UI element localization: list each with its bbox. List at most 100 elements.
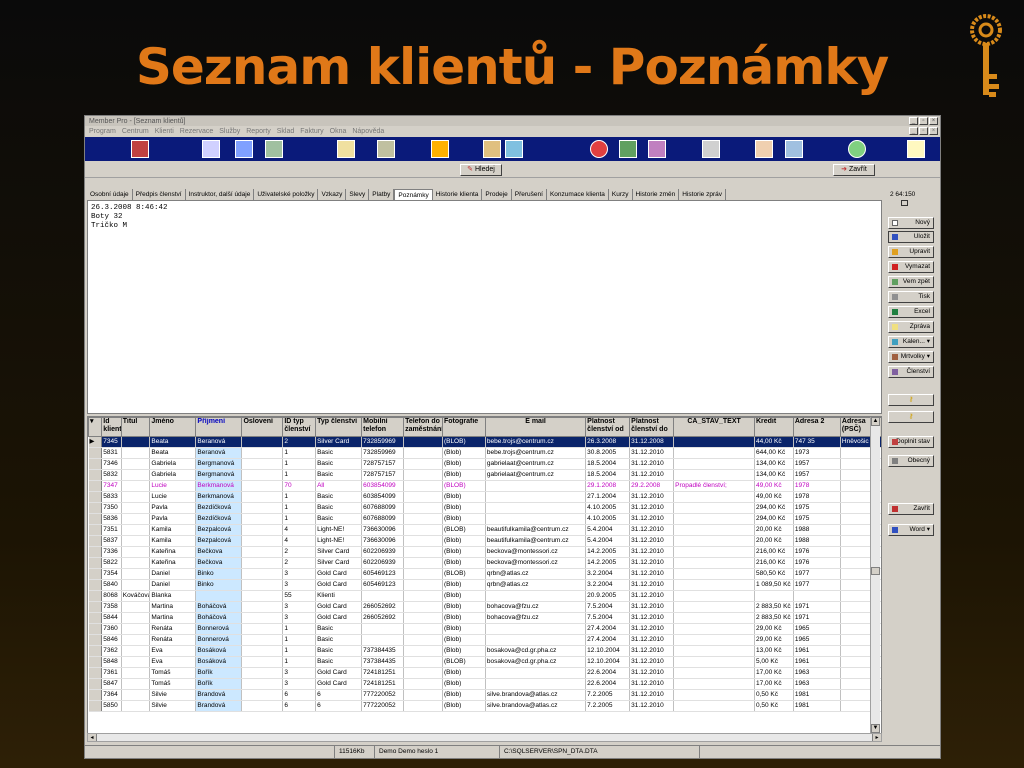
maximize-button[interactable]: ▫ [919,117,928,125]
shop-icon[interactable] [431,140,449,158]
search-button[interactable]: ✎ Hledej [460,164,502,176]
row-selector[interactable] [88,700,103,712]
print-button[interactable]: Tisk [888,291,934,303]
scroll-thumb[interactable] [871,567,880,575]
table-row[interactable]: 7346 Gabriela Bergmanová 1 Basic 728757157 (Bl… [88,458,881,470]
table-row[interactable]: 5831 Beata Beranová 1 Basic 732859969 (Blob) be… [88,447,881,459]
row-selector[interactable] [88,458,103,470]
close-side-button[interactable]: Zavřít [888,503,934,515]
delete-button[interactable]: Vymazat [888,261,934,273]
message-button[interactable]: Zpráva [888,321,934,333]
column-header[interactable]: Příjmení [195,417,243,437]
row-selector[interactable] [88,656,103,668]
column-header[interactable]: Titul [120,417,151,437]
table-row[interactable]: 7354 Daniel Binko 3 Gold Card 605469123 (BLOB)… [88,568,881,580]
menu-faktury[interactable]: Faktury [300,128,323,135]
table-row[interactable]: 7350 Pavla Bezdíčková 1 Basic 607688099 (Blob)… [88,502,881,514]
row-selector[interactable] [88,645,103,657]
column-header[interactable]: E mail [484,417,587,437]
table-row[interactable]: 5840 Daniel Binko 3 Gold Card 605469123 (Blob)… [88,579,881,591]
monitor-icon[interactable] [619,140,637,158]
worker-icon[interactable] [785,140,803,158]
column-header[interactable]: ID typ členství [282,417,317,437]
menu-sklad[interactable]: Sklad [277,128,295,135]
close-button[interactable]: ➜ Zavřít [833,164,875,176]
child-close-button[interactable]: × [929,127,938,135]
tab-prodeje[interactable]: Prodeje [482,189,512,200]
row-selector[interactable] [88,667,103,679]
row-selector[interactable] [88,557,103,569]
row-selector[interactable] [88,634,103,646]
edit-icon[interactable] [235,140,253,158]
tab-platby[interactable]: Platby [369,189,395,200]
tab-historie-klienta[interactable]: Historie klienta [433,189,483,200]
minimize-button[interactable]: _ [909,117,918,125]
save-button[interactable]: Uložit [888,231,934,243]
menu-program[interactable]: Program [89,128,116,135]
table-row[interactable]: 5822 Kateřina Bečkova 2 Silver Card 602206939… [88,557,881,569]
scroll-up-arrow-icon[interactable]: ▲ [871,417,880,426]
table-row[interactable]: ▶ 7345 Beata Beranová 2 Silver Card 732859969 (… [88,436,881,448]
scroll-right-arrow-icon[interactable]: ▸ [872,734,881,741]
row-selector[interactable] [88,612,103,624]
table-row[interactable]: 5850 Silvie Brandová 6 6 777220052 (Blob) silve… [88,700,881,712]
row-selector[interactable] [88,623,103,635]
column-header[interactable]: CA_STAV_TEXT [673,417,755,437]
tab-slevy[interactable]: Slevy [346,189,370,200]
clients-icon[interactable] [131,140,149,158]
edit-button[interactable]: Upravit [888,246,934,258]
column-header[interactable]: Kredit [753,417,794,437]
calendar-button[interactable]: Kalen... ▾ [888,336,934,348]
table-row[interactable]: 7361 Tomáš Bořík 3 Gold Card 724181251 (Blob) 2… [88,667,881,679]
menu-okna[interactable]: Okna [330,128,347,135]
tab-predpis-clenstvi[interactable]: Předpis členství [133,189,186,200]
dead-button[interactable]: Mrtvolky ▾ [888,351,934,363]
table-row[interactable]: 7336 Kateřina Bečkova 2 Silver Card 602206939… [88,546,881,558]
column-header[interactable]: Mobilní telefon [361,417,405,437]
general-button[interactable]: Obecný [888,455,934,467]
fill-state-button[interactable]: Doplnit stav [888,436,934,448]
table-row[interactable]: 5846 Renáta Bonnerová 1 Basic (Blob) 27.4.2004… [88,634,881,646]
row-selector[interactable] [88,513,103,525]
row-selector[interactable] [88,568,103,580]
table-row[interactable]: 7358 Martina Boháčová 3 Gold Card 266052692 (B… [88,601,881,613]
keys-button[interactable]: ⚷ [888,411,934,423]
table-row[interactable]: 5837 Kamila Bezpalcová 4 Light-NE! 736630096 (… [88,535,881,547]
tab-kurzy[interactable]: Kurzy [609,189,633,200]
row-selector[interactable] [88,601,103,613]
column-header[interactable]: Platnost členství od [585,417,631,437]
phone-icon[interactable] [702,140,720,158]
card-icon[interactable] [265,140,283,158]
calendar-icon[interactable] [202,140,220,158]
tab-poznamky[interactable]: Poznámky [394,189,433,200]
tab-osobni-udaje[interactable]: Osobní údaje [87,189,133,200]
tab-historie-zmen[interactable]: Historie změn [633,189,680,200]
row-selector[interactable] [88,678,103,690]
gift-icon[interactable] [483,140,501,158]
grid-vertical-scrollbar[interactable]: ▲ ▼ [870,417,880,733]
tab-konzumace-klienta[interactable]: Konzumace klienta [547,189,609,200]
calculator-icon[interactable] [505,140,523,158]
tab-preruseni[interactable]: Přerušení [512,189,547,200]
column-header[interactable]: Fotografie [441,417,486,437]
menu-rezervace[interactable]: Rezervace [180,128,213,135]
child-maximize-button[interactable]: ▫ [919,127,928,135]
grid-horizontal-scrollbar[interactable]: ◂ ▸ [87,733,882,742]
table-row[interactable]: 8068 Kováčová Blanka 55 Klienti (Blob) 20.9.20… [88,590,881,602]
table-row[interactable]: 7347 Lucie Berkmanová 70 All 603854099 (BLOB) 2… [88,480,881,492]
key-button[interactable]: ⚷ [888,394,934,406]
table-row[interactable]: 7364 Silvie Brandová 6 6 777220052 (Blob) silve… [88,689,881,701]
column-header[interactable]: Telefon do zaměstnání [403,417,443,437]
table-row[interactable]: 5844 Martina Boháčová 3 Gold Card 266052692 (B… [88,612,881,624]
menu-centrum[interactable]: Centrum [122,128,149,135]
tab-vzkazy[interactable]: Vzkazy [318,189,347,200]
menu-klienti[interactable]: Klienti [155,128,174,135]
register-icon[interactable] [377,140,395,158]
scroll-left-arrow-icon[interactable]: ◂ [88,734,97,741]
lightbulb-icon[interactable] [907,140,925,158]
row-selector[interactable] [88,480,103,492]
row-selector[interactable] [88,535,103,547]
doctor-icon[interactable] [755,140,773,158]
column-header[interactable]: Platnost členství do [629,417,675,437]
child-minimize-button[interactable]: _ [909,127,918,135]
